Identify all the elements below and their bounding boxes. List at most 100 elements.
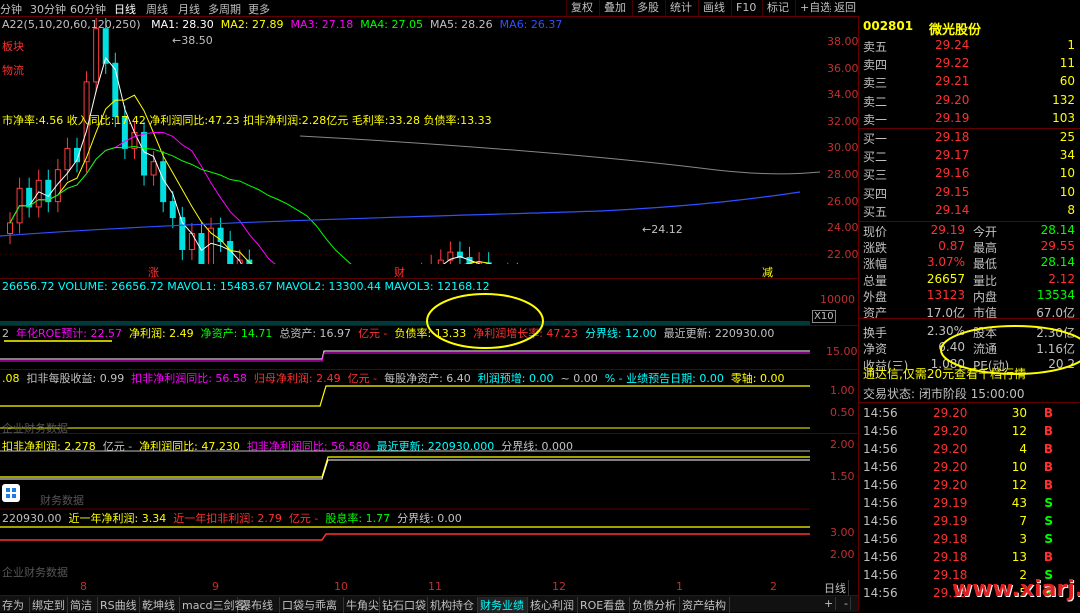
level-volume: 34 bbox=[1059, 148, 1075, 163]
orderbook-row[interactable]: 买三 29.16 10 bbox=[861, 165, 1079, 183]
time-axis-label: 9 bbox=[212, 580, 219, 593]
toolbar-button[interactable]: 复权 bbox=[566, 0, 597, 16]
orderbook-row[interactable]: 卖一 29.19 103 bbox=[861, 110, 1079, 128]
tick-row: 14:56 29.20 12 B bbox=[861, 477, 1079, 495]
candlestick-chart[interactable]: A22(5,10,20,60,120,250) MA1: 28.30 MA2: 2… bbox=[0, 16, 859, 279]
tick-time: 14:56 bbox=[863, 514, 898, 528]
ma5-line bbox=[299, 135, 821, 175]
orderbook-row[interactable]: 买四 29.15 10 bbox=[861, 184, 1079, 202]
tick-row: 14:56 29.20 30 B bbox=[861, 405, 1079, 423]
high-price-value: 38.50 bbox=[181, 34, 213, 47]
roe-panel[interactable]: 2 年化ROE预计: 22.57 净利润: 2.49 净资产: 14.71 总资产: 1… bbox=[0, 325, 858, 369]
orderbook-row[interactable]: 卖三 29.21 60 bbox=[861, 73, 1079, 91]
period-tab[interactable]: 分钟 bbox=[0, 1, 22, 17]
level-label: 卖三 bbox=[863, 76, 888, 91]
tick-volume: 12 bbox=[1011, 424, 1027, 438]
orderbook-row[interactable]: 买一 29.18 25 bbox=[861, 129, 1079, 147]
tick-volume: 30 bbox=[1011, 406, 1027, 420]
level-label: 买四 bbox=[863, 186, 888, 201]
level-label: 卖二 bbox=[863, 94, 888, 109]
promo-banner[interactable]: 通达信,仅需20元查看千档行情 bbox=[861, 364, 1079, 382]
toolbar-button[interactable]: 统计 bbox=[665, 0, 696, 16]
quote-value: 3.07% bbox=[926, 255, 965, 270]
price-axis-label: 36.00 bbox=[827, 61, 859, 75]
financial-data-panel[interactable]: 企业财务数据 扣非净利润: 2.278 亿元 - 净利润同比: 47.230 扣非净利… bbox=[0, 420, 858, 502]
toolbar-button[interactable]: 多股 bbox=[632, 0, 663, 16]
period-tab[interactable]: 周线 bbox=[146, 1, 168, 17]
tick-price: 29.20 bbox=[933, 424, 968, 438]
tick-time: 14:56 bbox=[863, 532, 898, 546]
tick-price: 29.20 bbox=[933, 406, 968, 420]
quote-value: 13534 bbox=[1036, 287, 1075, 302]
period-tab[interactable]: 多周期 bbox=[208, 1, 241, 17]
orderbook-row[interactable]: 卖五 29.24 1 bbox=[861, 37, 1079, 55]
tick-side: B bbox=[1043, 478, 1053, 492]
roe-lines bbox=[0, 340, 810, 362]
promo-text[interactable]: 通达信,仅需20元查看千档行情 bbox=[863, 365, 1026, 382]
level-label: 买二 bbox=[863, 150, 888, 165]
financial-data-panel-2[interactable]: 企业财务数据 8 9 10 11 12 1 2 bbox=[0, 564, 858, 594]
toolbar-button[interactable]: 标记 bbox=[762, 0, 793, 16]
level-volume: 10 bbox=[1059, 166, 1075, 181]
toolbar-button[interactable]: 画线 bbox=[698, 0, 729, 16]
tick-time: 14:56 bbox=[863, 496, 898, 510]
period-tab[interactable]: 日线 bbox=[114, 1, 136, 17]
orderbook-row[interactable]: 卖二 29.20 132 bbox=[861, 92, 1079, 110]
tick-side: B bbox=[1043, 406, 1053, 420]
orderbook-row[interactable]: 卖四 29.22 11 bbox=[861, 55, 1079, 73]
period-tab[interactable]: 60分钟 bbox=[70, 1, 106, 17]
bottom-control[interactable]: 日线 bbox=[822, 580, 849, 596]
tick-volume: 43 bbox=[1011, 496, 1027, 510]
level-price: 29.24 bbox=[935, 38, 970, 52]
time-axis-label: 12 bbox=[552, 580, 566, 593]
toolbar-button[interactable]: F10 bbox=[731, 0, 760, 16]
tick-row: 14:56 29.20 12 B bbox=[861, 423, 1079, 441]
annual-profit-panel[interactable]: 财务数据 220930.00 近一年净利润: 3.34 近一年扣非利润: 2.79 亿… bbox=[0, 494, 858, 562]
low-price-value: 24.12 bbox=[651, 223, 683, 236]
ma-line bbox=[9, 145, 352, 264]
period-toolbar: 分钟 30分钟 60分钟 日线 周线 月线 多周期 更多 复权 叠加 多股 统计 画线 F10 标记 +自选… bbox=[0, 0, 858, 17]
period-tab[interactable]: 更多 bbox=[248, 1, 270, 17]
orderbook-row[interactable]: 买二 29.17 34 bbox=[861, 147, 1079, 165]
level-price: 29.22 bbox=[935, 56, 970, 71]
toolbar-button[interactable]: 叠加 bbox=[599, 0, 630, 16]
ma-value: MA5: 28.26 bbox=[429, 18, 493, 31]
candle-body bbox=[45, 179, 52, 203]
period-tab[interactable]: 月线 bbox=[178, 1, 200, 17]
tick-volume: 12 bbox=[1011, 478, 1027, 492]
level-volume: 132 bbox=[1052, 92, 1075, 107]
tick-volume: 3 bbox=[1019, 532, 1027, 546]
tick-volume: 13 bbox=[1011, 550, 1027, 564]
tick-row: 14:56 29.18 3 S bbox=[861, 531, 1079, 549]
bottom-control[interactable]: + bbox=[822, 597, 837, 610]
candle-body bbox=[7, 222, 13, 235]
tick-price: 29.19 bbox=[933, 496, 968, 510]
high-price-label: ←38.50 bbox=[172, 34, 213, 47]
quote-value: 6.40 bbox=[938, 340, 965, 355]
tick-side: S bbox=[1044, 514, 1053, 528]
tick-time: 14:56 bbox=[863, 478, 898, 492]
tick-side: B bbox=[1043, 442, 1053, 456]
tick-row: 14:56 29.19 7 S bbox=[861, 513, 1079, 531]
tick-side: B bbox=[1043, 550, 1053, 564]
period-tab[interactable]: 30分钟 bbox=[30, 1, 66, 17]
tick-row: 14:56 29.19 43 S bbox=[861, 495, 1079, 513]
tick-row: 14:56 29.20 4 B bbox=[861, 441, 1079, 459]
price-axis-label: 22.00 bbox=[827, 247, 859, 261]
stock-header: 002801 微光股份 bbox=[861, 18, 1079, 38]
price-axis-label: 26.00 bbox=[827, 194, 859, 208]
quote-value: 0.87 bbox=[938, 239, 965, 254]
tick-row: 14:56 29.20 10 B bbox=[861, 459, 1079, 477]
volume-scale-badge[interactable]: X10 bbox=[812, 310, 836, 323]
toolbar-button[interactable]: 返回 bbox=[829, 0, 860, 16]
volume-panel[interactable]: 26656.72 VOLUME: 26656.72 MAVOL1: 15483.… bbox=[0, 279, 858, 325]
tick-time: 14:56 bbox=[863, 442, 898, 456]
level-label: 卖一 bbox=[863, 112, 888, 127]
bottom-control[interactable]: - bbox=[842, 597, 851, 610]
orderbook-row[interactable]: 买五 29.14 8 bbox=[861, 202, 1079, 220]
divider bbox=[859, 402, 1080, 403]
fin-y-label-1: 2.00 bbox=[830, 438, 855, 451]
tick-price: 29.18 bbox=[933, 550, 968, 564]
level-volume: 10 bbox=[1059, 184, 1075, 199]
volume-y-label: 10000 bbox=[820, 293, 855, 306]
